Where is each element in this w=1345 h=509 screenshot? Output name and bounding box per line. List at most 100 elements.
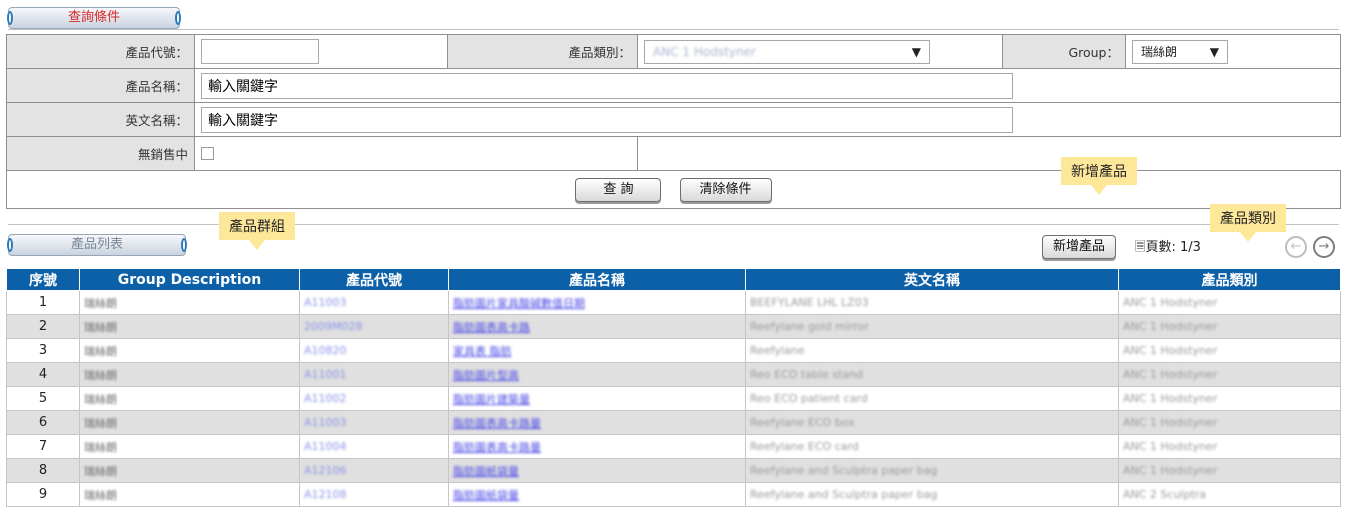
product-category: ANC 1 Hodstyner bbox=[1123, 320, 1218, 333]
row-number: 2 bbox=[6, 314, 80, 339]
product-name-link[interactable]: 脂肪圖片建築量 bbox=[453, 393, 530, 406]
prev-page-icon[interactable]: ← bbox=[1285, 236, 1307, 258]
product-category: ANC 1 Hodstyner bbox=[1123, 440, 1218, 453]
english-name: Reefylane ECO card bbox=[750, 440, 859, 453]
product-code-link[interactable]: 2009M028 bbox=[304, 320, 362, 333]
clear-conditions-button[interactable]: 清除條件 bbox=[679, 177, 772, 202]
group-description: 瑞絲朗 bbox=[84, 344, 117, 358]
product-name-link[interactable]: 脂肪圖片型高 bbox=[453, 369, 519, 382]
product-code-link[interactable]: A12106 bbox=[304, 464, 347, 477]
product-name-input[interactable] bbox=[201, 72, 1013, 99]
query-divider bbox=[8, 29, 1339, 30]
english-name-row-filler bbox=[1002, 102, 1341, 137]
product-name-label: 產品名稱： bbox=[6, 68, 195, 103]
group-label: Group： bbox=[1002, 34, 1126, 69]
english-name: Reo ECO table stand bbox=[750, 368, 864, 381]
english-name: BEEFYLANE LHL LZ03 bbox=[750, 296, 869, 309]
product-code-link[interactable]: A11003 bbox=[304, 416, 347, 429]
english-name-input[interactable] bbox=[201, 106, 1013, 133]
group-description: 瑞絲朗 bbox=[84, 392, 117, 406]
add-product-button[interactable]: 新增產品 bbox=[1042, 235, 1117, 259]
product-code-link[interactable]: A11003 bbox=[304, 296, 347, 309]
product-category: ANC 2 Sculptra bbox=[1123, 488, 1207, 501]
no-sales-row-filler bbox=[637, 136, 1341, 171]
table-row: 7 瑞絲朗 A11004 脂肪圖表高卡路量 Reefylane ECO card… bbox=[6, 434, 1341, 459]
no-sales-label: 無銷售中 bbox=[6, 136, 195, 171]
product-category: ANC 1 Hodstyner bbox=[1123, 368, 1218, 381]
query-form: 產品代號： 產品類別： ANC 1 Hodstyner ▼ Group： 瑞絲朗… bbox=[6, 34, 1341, 209]
product-name-link[interactable]: 脂肪圖片家具酸碱數值日期 bbox=[453, 297, 585, 310]
page-indicator: 🗏頁數: 1/3 bbox=[1135, 236, 1201, 260]
row-number: 6 bbox=[6, 410, 80, 435]
row-number: 1 bbox=[6, 290, 80, 315]
tab-knob-right bbox=[181, 238, 187, 252]
callout-product-group: 產品群組 bbox=[219, 212, 295, 250]
product-code-link[interactable]: A12108 bbox=[304, 488, 347, 501]
next-page-icon[interactable]: → bbox=[1313, 236, 1335, 258]
table-row: 4 瑞絲朗 A11001 脂肪圖片型高 Reo ECO table stand … bbox=[6, 362, 1341, 387]
english-name: Reefylane and Sculptra paper bag bbox=[750, 488, 938, 501]
product-category: ANC 1 Hodstyner bbox=[1123, 296, 1218, 309]
product-table: 序號 Group Description 產品代號 產品名稱 英文名稱 產品類別… bbox=[6, 268, 1341, 507]
chevron-down-icon: ▼ bbox=[1209, 44, 1219, 59]
english-name: Reefylane ECO box bbox=[750, 416, 855, 429]
product-name-link[interactable]: 脂肪圖表高卡路量 bbox=[453, 441, 541, 454]
english-name: Reefylane and Sculptra paper bag bbox=[750, 464, 938, 477]
table-header-row: 序號 Group Description 產品代號 產品名稱 英文名稱 產品類別 bbox=[6, 268, 1341, 291]
table-row: 5 瑞絲朗 A11002 脂肪圖片建築量 Reo ECO patient car… bbox=[6, 386, 1341, 411]
group-description: 瑞絲朗 bbox=[84, 368, 117, 382]
table-row: 9 瑞絲朗 A12108 脂肪圖紙袋量 Reefylane and Sculpt… bbox=[6, 482, 1341, 507]
product-list-tab[interactable]: 產品列表 bbox=[7, 234, 187, 256]
query-tab-label: 查詢條件 bbox=[67, 10, 120, 25]
table-row: 2 瑞絲朗 2009M028 脂肪圖表高卡路 Reefylane gold mi… bbox=[6, 314, 1341, 339]
column-header[interactable]: 產品名稱 bbox=[448, 268, 746, 291]
group-description: 瑞絲朗 bbox=[84, 464, 117, 478]
column-header[interactable]: 產品代號 bbox=[299, 268, 449, 291]
column-header[interactable]: 產品類別 bbox=[1118, 268, 1341, 291]
product-name-link[interactable]: 脂肪圖表高卡路 bbox=[453, 321, 530, 334]
group-description: 瑞絲朗 bbox=[84, 440, 117, 454]
english-name: Reefylane gold mirror bbox=[750, 320, 869, 333]
group-description: 瑞絲朗 bbox=[84, 416, 117, 430]
product-code-input[interactable] bbox=[201, 39, 319, 64]
product-category: ANC 1 Hodstyner bbox=[1123, 344, 1218, 357]
tab-knob-right bbox=[175, 11, 181, 25]
page-document-icon: 🗏 bbox=[1135, 240, 1146, 255]
product-name-link[interactable]: 脂肪圖表高卡路量 bbox=[453, 417, 541, 430]
product-category-value: ANC 1 Hodstyner bbox=[653, 44, 756, 59]
product-category: ANC 1 Hodstyner bbox=[1123, 416, 1218, 429]
product-name-link[interactable]: 家具表 脂肪 bbox=[453, 345, 512, 358]
product-name-row-filler bbox=[1002, 68, 1341, 103]
callout-product-category: 產品類別 bbox=[1210, 204, 1286, 242]
group-select[interactable]: 瑞絲朗 ▼ bbox=[1132, 39, 1228, 64]
product-category-select[interactable]: ANC 1 Hodstyner ▼ bbox=[644, 39, 930, 64]
english-name-label: 英文名稱： bbox=[6, 102, 195, 137]
list-divider bbox=[8, 224, 1339, 225]
row-number: 7 bbox=[6, 434, 80, 459]
no-sales-checkbox[interactable] bbox=[201, 147, 214, 160]
search-button[interactable]: 查 詢 bbox=[575, 177, 662, 202]
row-number: 4 bbox=[6, 362, 80, 387]
row-number: 3 bbox=[6, 338, 80, 363]
column-header[interactable]: Group Description bbox=[79, 268, 300, 291]
product-code-link[interactable]: A10820 bbox=[304, 344, 347, 357]
product-name-link[interactable]: 脂肪圖紙袋量 bbox=[453, 489, 519, 502]
list-tab-label: 產品列表 bbox=[70, 237, 123, 252]
product-code-link[interactable]: A11001 bbox=[304, 368, 347, 381]
product-category: ANC 1 Hodstyner bbox=[1123, 464, 1218, 477]
row-number: 8 bbox=[6, 458, 80, 483]
product-category-label: 產品類別： bbox=[447, 34, 638, 69]
product-code-label: 產品代號： bbox=[6, 34, 195, 69]
product-name-link[interactable]: 脂肪圖紙袋量 bbox=[453, 465, 519, 478]
product-code-link[interactable]: A11004 bbox=[304, 440, 347, 453]
column-header[interactable]: 英文名稱 bbox=[745, 268, 1119, 291]
english-name: Reefylane bbox=[750, 344, 805, 357]
table-row: 8 瑞絲朗 A12106 脂肪圖紙袋量 Reefylane and Sculpt… bbox=[6, 458, 1341, 483]
product-code-link[interactable]: A11002 bbox=[304, 392, 347, 405]
query-conditions-tab[interactable]: 查詢條件 bbox=[7, 7, 181, 29]
page-count: 頁數: 1/3 bbox=[1145, 240, 1201, 255]
table-row: 3 瑞絲朗 A10820 家具表 脂肪 Reefylane ANC 1 Hods… bbox=[6, 338, 1341, 363]
product-category: ANC 1 Hodstyner bbox=[1123, 392, 1218, 405]
group-value: 瑞絲朗 bbox=[1141, 45, 1178, 59]
column-header[interactable]: 序號 bbox=[6, 268, 80, 291]
